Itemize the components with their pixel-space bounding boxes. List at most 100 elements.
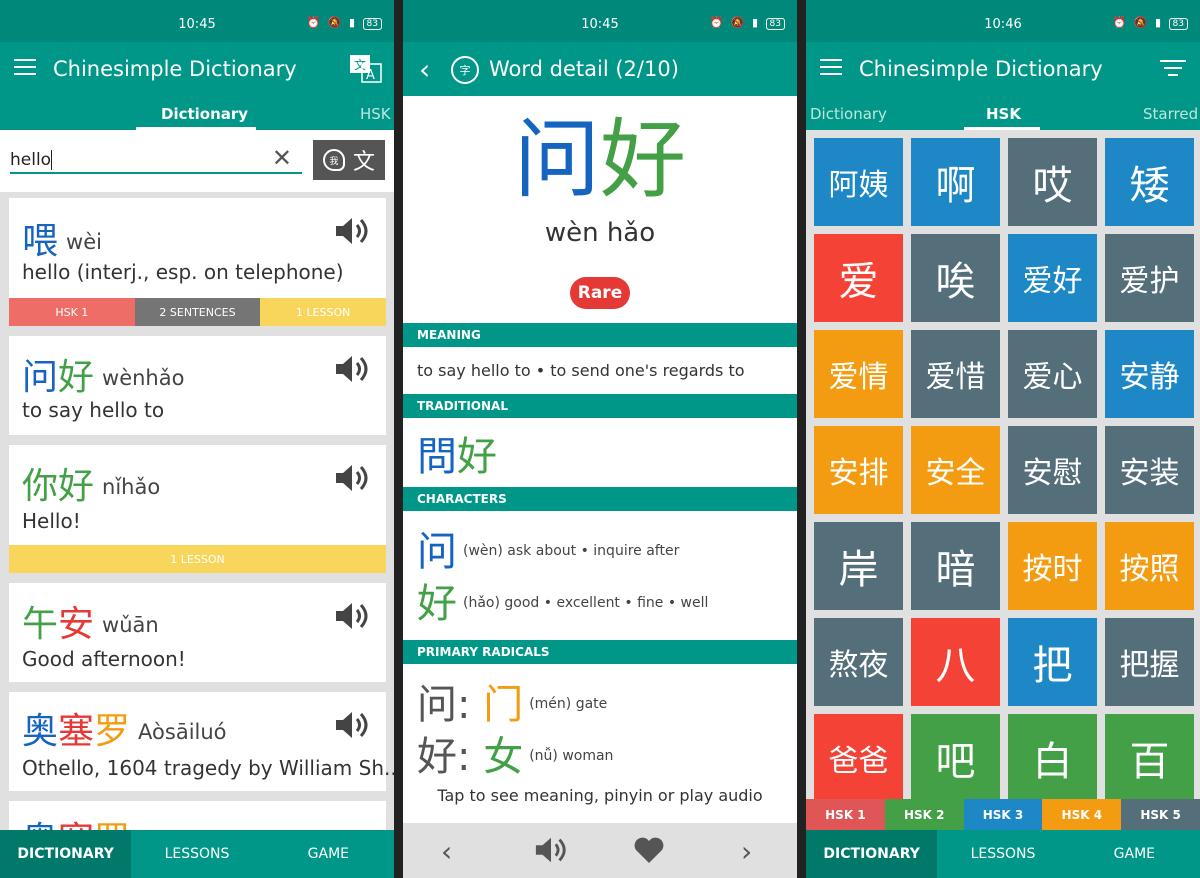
battery-icon: 83 — [765, 18, 785, 30]
lesson-badge[interactable]: 1 LESSON — [9, 545, 386, 573]
tab-dictionary[interactable]: Dictionary — [810, 105, 887, 123]
radical-row[interactable]: 问: 门 (mén) gate — [417, 672, 607, 730]
nav-dictionary[interactable]: DICTIONARY — [0, 830, 132, 878]
hsk-word-tile[interactable]: 安装 — [1105, 426, 1194, 514]
characters-header: CHARACTERS — [403, 487, 797, 511]
heart-icon[interactable] — [633, 836, 665, 864]
hsk-word-tile[interactable]: 八 — [911, 618, 1000, 706]
radicals-section: 问: 门 (mén) gate 好: 女 (nǚ) woman Tap to see… — [403, 664, 797, 824]
hsk-level-tab[interactable]: HSK 5 — [1121, 799, 1200, 830]
speaker-icon[interactable] — [334, 601, 370, 631]
next-icon[interactable]: › — [741, 835, 752, 868]
hsk-word-tile[interactable]: 爱好 — [1008, 234, 1097, 322]
result-word: 问好 wènhǎo — [22, 357, 185, 398]
hsk-level-tab[interactable]: HSK 1 — [806, 799, 885, 830]
nav-dictionary[interactable]: DICTIONARY — [806, 830, 938, 878]
result-pinyin: nǐhǎo — [102, 475, 161, 499]
list-item[interactable]: 奥塞罗 Aòsāiluó Othello, 1604 tragedy by Wil… — [9, 692, 394, 791]
hsk-word-tile[interactable]: 爱护 — [1105, 234, 1194, 322]
nav-lessons[interactable]: LESSONS — [937, 830, 1068, 878]
rare-badge: Rare — [570, 277, 630, 309]
hsk-word-grid: 阿姨啊哎矮爱唉爱好 爱护爱情 爱惜 爱心 安静安排 安全 安慰 安装岸暗按时 按照熬夜八把把握爸… — [806, 130, 1200, 802]
hsk-word-tile[interactable]: 百 — [1105, 714, 1194, 802]
lesson-badge[interactable]: 1 LESSON — [260, 298, 387, 326]
hsk-level-bar: HSK 1 HSK 2 HSK 3 HSK 4 HSK 5 — [806, 799, 1200, 830]
tab-dictionary[interactable]: Dictionary — [161, 105, 248, 123]
menu-icon[interactable] — [820, 59, 842, 77]
speaker-icon[interactable] — [534, 835, 568, 865]
hsk-word-tile[interactable]: 唉 — [911, 234, 1000, 322]
hsk-word-tile[interactable]: 吧 — [911, 714, 1000, 802]
hsk-word-tile[interactable]: 矮 — [1105, 138, 1194, 226]
speaker-icon[interactable] — [334, 710, 370, 740]
result-pinyin: wènhǎo — [102, 366, 185, 390]
bottom-nav: DICTIONARY LESSONS GAME — [806, 830, 1200, 878]
hsk-word-tile[interactable]: 安排 — [814, 426, 903, 514]
character-gloss: (hǎo) good • excellent • fine • well — [463, 595, 709, 611]
character-row[interactable]: 问 (wèn) ask about • inquire after — [417, 519, 679, 577]
clear-icon[interactable]: ✕ — [272, 144, 292, 172]
characters-section: 问 (wèn) ask about • inquire after 好 (hǎo) … — [403, 511, 797, 639]
list-item[interactable]: 午安 wǔān Good afternoon! — [9, 583, 386, 682]
hsk-word-tile[interactable]: 按照 — [1105, 522, 1194, 610]
result-pinyin: wèi — [66, 230, 102, 254]
status-icons: ⏰ 🔕 ▮ 83 — [1113, 16, 1188, 30]
handwriting-button[interactable]: 我 文 — [313, 140, 385, 180]
menu-icon[interactable] — [14, 59, 36, 77]
big-word: 问好 — [514, 110, 686, 210]
nav-game[interactable]: GAME — [263, 830, 394, 878]
result-definition: to say hello to — [22, 398, 165, 422]
hsk-word-tile[interactable]: 安静 — [1105, 330, 1194, 418]
hsk-word-tile[interactable]: 阿姨 — [814, 138, 903, 226]
traditional-word: 問好 — [417, 434, 497, 480]
hsk-word-tile[interactable]: 岸 — [814, 522, 903, 610]
hsk-badge[interactable]: HSK 1 — [9, 298, 135, 326]
speaker-icon[interactable] — [334, 463, 370, 493]
hsk-level-tab[interactable]: HSK 4 — [1042, 799, 1122, 830]
tab-hsk[interactable]: HSK — [986, 105, 1021, 123]
speaker-icon[interactable] — [334, 216, 370, 246]
character-row[interactable]: 好 (hǎo) good • excellent • fine • well — [417, 571, 708, 629]
tab-hsk[interactable]: HSK — [360, 105, 391, 123]
hsk-word-tile[interactable]: 啊 — [911, 138, 1000, 226]
hsk-word-tile[interactable]: 爱惜 — [911, 330, 1000, 418]
hsk-word-tile[interactable]: 哎 — [1008, 138, 1097, 226]
result-pinyin: Aòsāiluó — [138, 720, 227, 744]
hsk-word-tile[interactable]: 爱情 — [814, 330, 903, 418]
app-bar: Chinesimple Dictionary 文A — [0, 42, 394, 96]
nav-lessons[interactable]: LESSONS — [131, 830, 262, 878]
hsk-word-tile[interactable]: 白 — [1008, 714, 1097, 802]
sentences-badge[interactable]: 2 SENTENCES — [134, 298, 261, 326]
translate-icon[interactable]: 文A — [350, 55, 382, 83]
back-icon[interactable]: ‹ — [419, 53, 430, 86]
filter-icon[interactable] — [1160, 60, 1186, 78]
hsk-word-tile[interactable]: 安全 — [911, 426, 1000, 514]
hsk-word-tile[interactable]: 安慰 — [1008, 426, 1097, 514]
radical-row[interactable]: 好: 女 (nǚ) woman — [417, 724, 613, 782]
battery-icon: 83 — [1168, 18, 1188, 30]
hsk-word-tile[interactable]: 把 — [1008, 618, 1097, 706]
meaning-text: to say hello to • to send one's regards … — [417, 361, 745, 380]
speaking-head-icon: 我 — [322, 149, 345, 171]
hsk-word-tile[interactable]: 爸爸 — [814, 714, 903, 802]
tab-starred[interactable]: Starred — [1143, 105, 1198, 123]
result-pinyin: wǔān — [102, 613, 159, 637]
speaker-icon[interactable] — [334, 354, 370, 384]
hsk-level-tab[interactable]: HSK 2 — [884, 799, 964, 830]
list-item[interactable]: 喂 wèi hello (interj., esp. on telephone) … — [9, 198, 387, 326]
hsk-word-tile[interactable]: 按时 — [1008, 522, 1097, 610]
list-item[interactable]: 你好 nǐhǎo Hello! 1 LESSON — [9, 445, 386, 573]
prev-icon[interactable]: ‹ — [441, 835, 452, 868]
hsk-level-tab[interactable]: HSK 3 — [963, 799, 1043, 830]
search-input[interactable]: hello ✕ — [10, 142, 302, 174]
hsk-word-tile[interactable]: 把握 — [1105, 618, 1194, 706]
nav-game[interactable]: GAME — [1069, 830, 1200, 878]
app-bar: ‹ 字 Word detail (2/10) — [403, 42, 797, 96]
hsk-word-tile[interactable]: 暗 — [911, 522, 1000, 610]
hsk-word-tile[interactable]: 熬夜 — [814, 618, 903, 706]
list-item[interactable]: 问好 wènhǎo to say hello to — [9, 336, 386, 435]
hsk-word-tile[interactable]: 爱心 — [1008, 330, 1097, 418]
hsk-word-tile[interactable]: 爱 — [814, 234, 903, 322]
status-icons: ⏰ 🔕 ▮ 83 — [307, 16, 382, 30]
dictionary-logo-icon: 字 — [451, 56, 479, 84]
